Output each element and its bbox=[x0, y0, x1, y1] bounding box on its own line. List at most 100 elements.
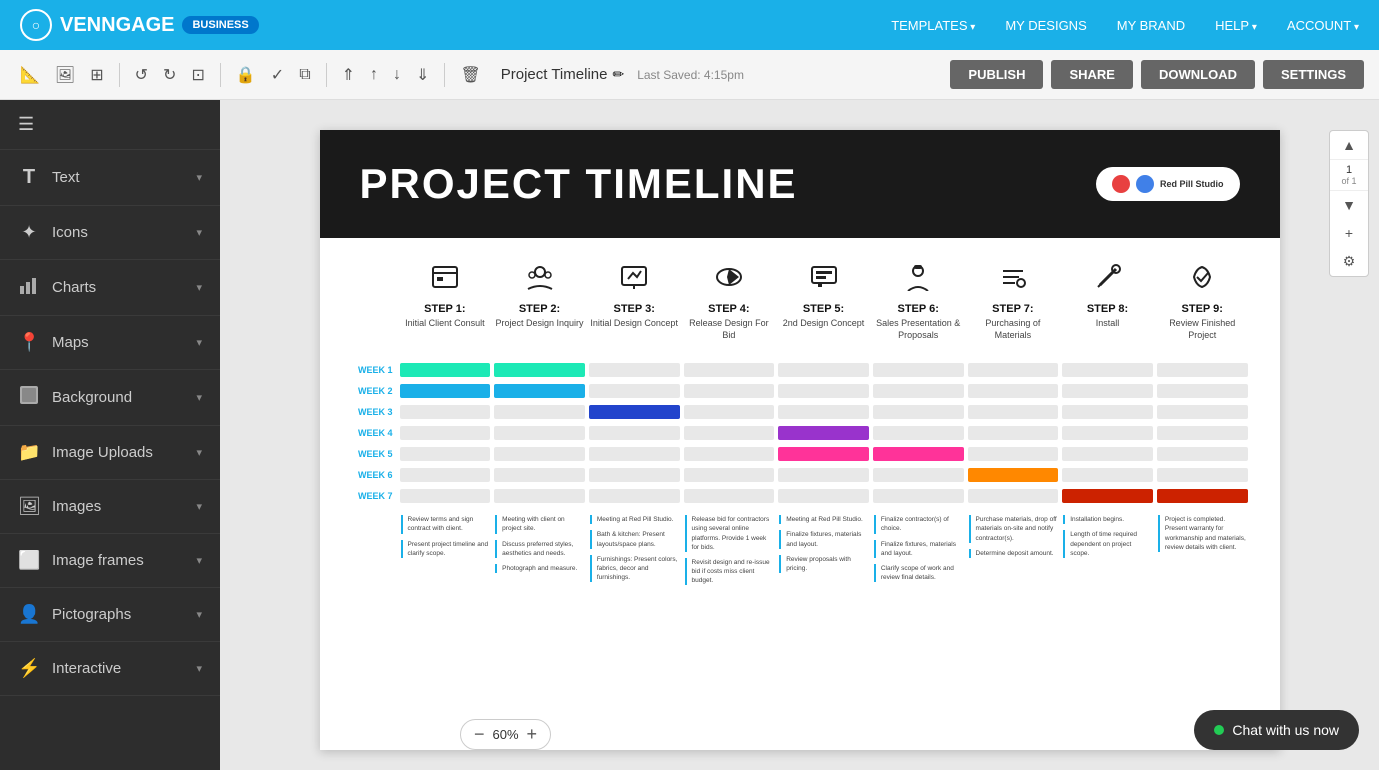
desc-col-2: Meeting with client on project site.Disc… bbox=[492, 515, 587, 591]
toolbar-btn-up[interactable]: ↑ bbox=[365, 61, 383, 89]
toolbar-btn-up2[interactable]: ⇑ bbox=[337, 60, 360, 90]
nav-account[interactable]: ACCOUNT bbox=[1287, 18, 1359, 33]
zoom-out-button[interactable]: − bbox=[471, 724, 488, 745]
week-cell-7-4 bbox=[684, 489, 775, 503]
week-row-3: WEEK 3 bbox=[350, 403, 1250, 421]
desc-item-6-2: Finalize fixtures, materials and layout. bbox=[874, 540, 963, 558]
week-cell-5-7 bbox=[968, 447, 1059, 461]
toolbar-btn-trash[interactable]: 🗑 bbox=[455, 60, 485, 90]
nav-my-brand[interactable]: MY BRAND bbox=[1117, 18, 1185, 33]
desc-col-8: Installation begins.Length of time requi… bbox=[1060, 515, 1155, 591]
step-9-title: Review Finished Project bbox=[1158, 318, 1247, 341]
sidebar-label-charts: Charts bbox=[52, 279, 184, 296]
nav-my-designs[interactable]: MY DESIGNS bbox=[1005, 18, 1086, 33]
sidebar-item-images[interactable]: 🖼 Images ▾ bbox=[0, 480, 220, 534]
edit-title-icon[interactable]: ✏ bbox=[612, 66, 624, 83]
sidebar-label-image-uploads: Image Uploads bbox=[52, 444, 184, 461]
toolbar-btn-down[interactable]: ↓ bbox=[388, 61, 406, 89]
toolbar-btn-table[interactable]: ⊞ bbox=[85, 60, 108, 90]
toolbar-btn-crop[interactable]: ⊡ bbox=[186, 60, 209, 90]
sidebar-item-text[interactable]: T Text ▾ bbox=[0, 150, 220, 206]
step-8-title: Install bbox=[1063, 318, 1152, 330]
step-1-icon bbox=[401, 263, 490, 298]
week-cell-7-2 bbox=[494, 489, 585, 503]
desc-item-6-1: Finalize contractor(s) of choice. bbox=[874, 515, 963, 533]
week-cells-1 bbox=[398, 363, 1250, 377]
step-6-icon bbox=[874, 263, 963, 298]
week-label-6: WEEK 6 bbox=[350, 470, 398, 480]
week-row-6: WEEK 6 bbox=[350, 466, 1250, 484]
week-cell-2-4 bbox=[684, 384, 775, 398]
share-button[interactable]: SHARE bbox=[1051, 60, 1133, 89]
desc-item-2-1: Meeting with client on project site. bbox=[495, 515, 584, 533]
page-gear-button[interactable]: ⚙ bbox=[1330, 247, 1368, 276]
chat-button[interactable]: Chat with us now bbox=[1194, 710, 1359, 750]
nav-help[interactable]: HELP bbox=[1215, 18, 1257, 33]
sidebar-hamburger[interactable]: ☰ bbox=[0, 100, 220, 150]
brand-logo: Red Pill Studio bbox=[1096, 167, 1240, 201]
toolbar-btn-image[interactable]: 🖼 bbox=[50, 60, 80, 90]
week-label-2: WEEK 2 bbox=[350, 386, 398, 396]
image-frames-icon: ⬜ bbox=[18, 550, 40, 571]
nav-templates[interactable]: TEMPLATES bbox=[891, 18, 975, 33]
toolbar-btn-check[interactable]: ✓ bbox=[266, 60, 289, 90]
images-icon: 🖼 bbox=[18, 496, 40, 517]
step-1-num: STEP 1: bbox=[401, 303, 490, 315]
sidebar-item-background[interactable]: Background ▾ bbox=[0, 370, 220, 426]
pill-red-dot bbox=[1112, 175, 1130, 193]
week-cell-6-9 bbox=[1157, 468, 1248, 482]
toolbar-btn-copy[interactable]: ⧉ bbox=[294, 61, 315, 89]
toolbar-btn-design[interactable]: 📐 bbox=[15, 60, 45, 90]
zoom-controls: − 60% + bbox=[460, 719, 551, 750]
doc-header: PROJECT TIMELINE Red Pill Studio bbox=[320, 130, 1280, 238]
canvas-area[interactable]: PROJECT TIMELINE Red Pill Studio bbox=[220, 100, 1379, 770]
week-cell-6-8 bbox=[1062, 468, 1153, 482]
download-button[interactable]: DOWNLOAD bbox=[1141, 60, 1255, 89]
page-plus-button[interactable]: + bbox=[1330, 219, 1368, 247]
week-cells-7 bbox=[398, 489, 1250, 503]
week-cell-2-5 bbox=[778, 384, 869, 398]
week-cell-2-8 bbox=[1062, 384, 1153, 398]
toolbar-separator-4 bbox=[444, 63, 445, 87]
toolbar-btn-lock[interactable]: 🔒 bbox=[231, 60, 261, 90]
sidebar-item-image-uploads[interactable]: 📁 Image Uploads ▾ bbox=[0, 426, 220, 480]
doc-title: Project Timeline bbox=[501, 66, 608, 83]
sidebar-item-icons[interactable]: ✦ Icons ▾ bbox=[0, 206, 220, 260]
zoom-in-button[interactable]: + bbox=[524, 724, 541, 745]
week-cell-2-2 bbox=[494, 384, 585, 398]
toolbar-btn-undo[interactable]: ↺ bbox=[130, 60, 153, 90]
step-3-icon bbox=[590, 263, 679, 298]
sidebar-item-image-frames[interactable]: ⬜ Image frames ▾ bbox=[0, 534, 220, 588]
step-9-icon bbox=[1158, 263, 1247, 298]
week-cell-1-9 bbox=[1157, 363, 1248, 377]
page-up-button[interactable]: ▲ bbox=[1330, 131, 1368, 159]
week-label-5: WEEK 5 bbox=[350, 449, 398, 459]
week-cells-5 bbox=[398, 447, 1250, 461]
step-9-num: STEP 9: bbox=[1158, 303, 1247, 315]
week-cell-5-6 bbox=[873, 447, 964, 461]
sidebar-item-charts[interactable]: Charts ▾ bbox=[0, 260, 220, 316]
toolbar-btn-down2[interactable]: ⇓ bbox=[411, 60, 434, 90]
week-cell-7-1 bbox=[400, 489, 491, 503]
sidebar-item-pictographs[interactable]: 👤 Pictographs ▾ bbox=[0, 588, 220, 642]
sidebar-label-image-frames: Image frames bbox=[52, 552, 184, 569]
settings-button[interactable]: SETTINGS bbox=[1263, 60, 1364, 89]
business-badge: BUSINESS bbox=[182, 16, 258, 34]
desc-col-4: Release bid for contractors using severa… bbox=[682, 515, 777, 591]
page-down-button[interactable]: ▼ bbox=[1330, 191, 1368, 219]
desc-item-1-2: Present project timeline and clarify sco… bbox=[401, 540, 490, 558]
week-cell-3-3 bbox=[589, 405, 680, 419]
step-col-7: STEP 7: Purchasing of Materials bbox=[966, 258, 1061, 346]
week-cell-6-4 bbox=[684, 468, 775, 482]
toolbar-btn-redo[interactable]: ↻ bbox=[158, 60, 181, 90]
charts-icon bbox=[18, 276, 40, 299]
desc-item-4-1: Release bid for contractors using severa… bbox=[685, 515, 774, 551]
week-cell-6-6 bbox=[873, 468, 964, 482]
sidebar-item-interactive[interactable]: ⚡ Interactive ▾ bbox=[0, 642, 220, 696]
desc-col-3: Meeting at Red Pill Studio.Bath & kitche… bbox=[587, 515, 682, 591]
step-6-title: Sales Presentation & Proposals bbox=[874, 318, 963, 341]
sidebar-item-maps[interactable]: 📍 Maps ▾ bbox=[0, 316, 220, 370]
week-cell-1-7 bbox=[968, 363, 1059, 377]
step-col-8: STEP 8: Install bbox=[1060, 258, 1155, 346]
publish-button[interactable]: PUBLISH bbox=[950, 60, 1043, 89]
